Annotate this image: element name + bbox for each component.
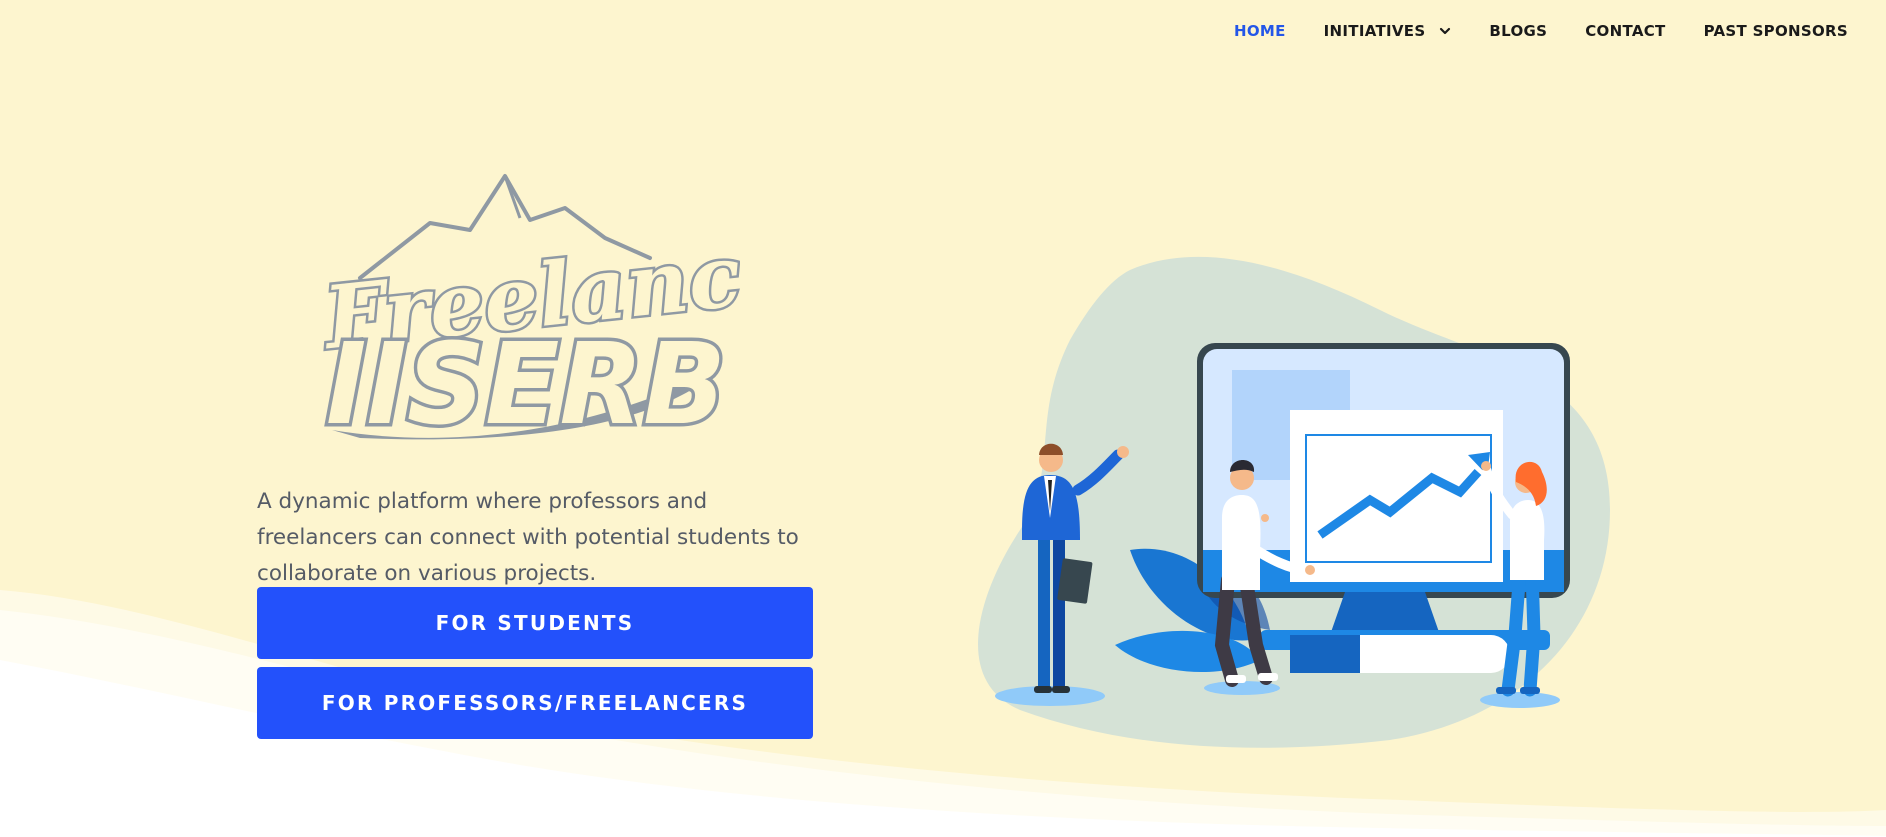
nav-initiatives-label: INITIATIVES — [1323, 22, 1426, 40]
page: HOME INITIATIVES BLOGS CONTACT PAST SPON… — [0, 0, 1886, 837]
hero-illustration — [978, 256, 1610, 748]
main-nav: HOME INITIATIVES BLOGS CONTACT PAST SPON… — [1196, 22, 1848, 40]
logo-line2: IISERB — [326, 320, 726, 448]
nav-blogs[interactable]: BLOGS — [1489, 22, 1547, 40]
chevron-down-icon — [1440, 27, 1451, 35]
nav-past-sponsors[interactable]: PAST SPONSORS — [1704, 22, 1848, 40]
for-students-button[interactable]: FOR STUDENTS — [257, 587, 813, 659]
freelance-iiserb-logo: Freelance IISERB — [320, 174, 740, 448]
nav-contact[interactable]: CONTACT — [1585, 22, 1665, 40]
nav-initiatives[interactable]: INITIATIVES — [1324, 22, 1452, 40]
for-professors-button[interactable]: FOR PROFESSORS/FREELANCERS — [257, 667, 813, 739]
hero-tagline: A dynamic platform where professors and … — [257, 488, 799, 586]
nav-home[interactable]: HOME — [1234, 22, 1286, 40]
